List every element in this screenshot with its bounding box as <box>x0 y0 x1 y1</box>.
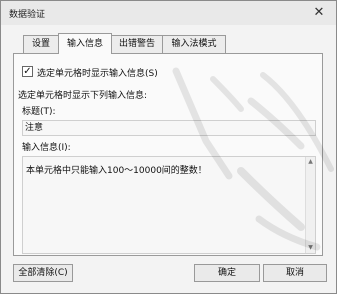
data-validation-dialog: 数据验证 ✕ 设置 输入信息 出错警告 输入法模式 ✓ 选定单元格时显示输入信息… <box>0 0 337 294</box>
cancel-button[interactable]: 取消 <box>263 264 327 282</box>
message-scrollbar[interactable]: ▲ ▼ <box>305 157 315 253</box>
clear-all-button[interactable]: 全部清除(C) <box>13 264 73 282</box>
show-input-message-checkbox[interactable]: ✓ <box>22 66 33 77</box>
title-label: 标题(T): <box>22 107 56 117</box>
close-icon[interactable]: ✕ <box>310 4 328 22</box>
section-label: 选定单元格时显示下列输入信息: <box>18 91 148 101</box>
message-text: 本单元格中只能输入100～10000间的整数！ <box>26 166 207 176</box>
input-message-panel: ✓ 选定单元格时显示输入信息(S) 选定单元格时显示下列输入信息: 标题(T):… <box>13 53 323 256</box>
show-input-message-label[interactable]: 选定单元格时显示输入信息(S) <box>37 66 158 79</box>
ok-button[interactable]: 确定 <box>194 264 260 282</box>
scroll-up-icon[interactable]: ▲ <box>306 157 315 167</box>
dialog-title: 数据验证 <box>9 10 46 20</box>
title-input[interactable]: 注意 <box>22 120 316 136</box>
tab-ime-mode[interactable]: 输入法模式 <box>162 35 226 53</box>
dialog-titlebar[interactable]: 数据验证 ✕ <box>1 1 336 25</box>
scroll-down-icon[interactable]: ▼ <box>306 243 315 253</box>
tab-error-alert[interactable]: 出错警告 <box>111 35 163 53</box>
tab-settings[interactable]: 设置 <box>23 35 59 53</box>
tab-input-message[interactable]: 输入信息 <box>58 33 112 54</box>
message-label: 输入信息(I): <box>22 143 71 153</box>
message-textarea[interactable]: 本单元格中只能输入100～10000间的整数！ ▲ ▼ <box>22 156 316 254</box>
